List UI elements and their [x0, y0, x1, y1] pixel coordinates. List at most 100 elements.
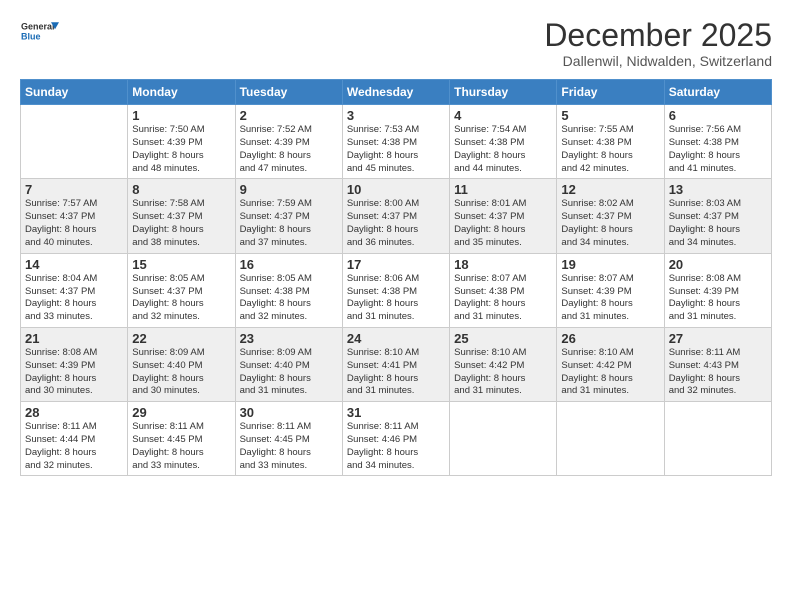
- col-header-tuesday: Tuesday: [235, 80, 342, 105]
- calendar-table: SundayMondayTuesdayWednesdayThursdayFrid…: [20, 79, 772, 476]
- calendar-cell: 6Sunrise: 7:56 AM Sunset: 4:38 PM Daylig…: [664, 105, 771, 179]
- day-info: Sunrise: 8:10 AM Sunset: 4:41 PM Dayligh…: [347, 347, 445, 398]
- day-number: 29: [132, 405, 230, 420]
- day-info: Sunrise: 8:04 AM Sunset: 4:37 PM Dayligh…: [25, 273, 123, 324]
- day-number: 2: [240, 108, 338, 123]
- day-number: 28: [25, 405, 123, 420]
- calendar-cell: 3Sunrise: 7:53 AM Sunset: 4:38 PM Daylig…: [342, 105, 449, 179]
- day-info: Sunrise: 8:09 AM Sunset: 4:40 PM Dayligh…: [132, 347, 230, 398]
- calendar-week-4: 21Sunrise: 8:08 AM Sunset: 4:39 PM Dayli…: [21, 327, 772, 401]
- calendar-week-3: 14Sunrise: 8:04 AM Sunset: 4:37 PM Dayli…: [21, 253, 772, 327]
- day-info: Sunrise: 8:07 AM Sunset: 4:38 PM Dayligh…: [454, 273, 552, 324]
- calendar-cell: 13Sunrise: 8:03 AM Sunset: 4:37 PM Dayli…: [664, 179, 771, 253]
- calendar-cell: 30Sunrise: 8:11 AM Sunset: 4:45 PM Dayli…: [235, 402, 342, 476]
- day-number: 10: [347, 182, 445, 197]
- day-number: 1: [132, 108, 230, 123]
- calendar-cell: 25Sunrise: 8:10 AM Sunset: 4:42 PM Dayli…: [450, 327, 557, 401]
- calendar-cell: 4Sunrise: 7:54 AM Sunset: 4:38 PM Daylig…: [450, 105, 557, 179]
- day-info: Sunrise: 8:11 AM Sunset: 4:46 PM Dayligh…: [347, 421, 445, 472]
- month-title: December 2025: [544, 18, 772, 53]
- day-number: 11: [454, 182, 552, 197]
- day-info: Sunrise: 8:11 AM Sunset: 4:45 PM Dayligh…: [240, 421, 338, 472]
- calendar-week-1: 1Sunrise: 7:50 AM Sunset: 4:39 PM Daylig…: [21, 105, 772, 179]
- day-info: Sunrise: 8:08 AM Sunset: 4:39 PM Dayligh…: [25, 347, 123, 398]
- calendar-cell: 27Sunrise: 8:11 AM Sunset: 4:43 PM Dayli…: [664, 327, 771, 401]
- day-info: Sunrise: 7:54 AM Sunset: 4:38 PM Dayligh…: [454, 124, 552, 175]
- day-number: 13: [669, 182, 767, 197]
- day-info: Sunrise: 8:05 AM Sunset: 4:38 PM Dayligh…: [240, 273, 338, 324]
- day-number: 26: [561, 331, 659, 346]
- day-number: 8: [132, 182, 230, 197]
- day-number: 31: [347, 405, 445, 420]
- day-info: Sunrise: 8:02 AM Sunset: 4:37 PM Dayligh…: [561, 198, 659, 249]
- calendar-cell: 1Sunrise: 7:50 AM Sunset: 4:39 PM Daylig…: [128, 105, 235, 179]
- calendar-cell: 2Sunrise: 7:52 AM Sunset: 4:39 PM Daylig…: [235, 105, 342, 179]
- day-info: Sunrise: 7:53 AM Sunset: 4:38 PM Dayligh…: [347, 124, 445, 175]
- calendar-cell: 7Sunrise: 7:57 AM Sunset: 4:37 PM Daylig…: [21, 179, 128, 253]
- day-info: Sunrise: 8:01 AM Sunset: 4:37 PM Dayligh…: [454, 198, 552, 249]
- col-header-friday: Friday: [557, 80, 664, 105]
- day-number: 21: [25, 331, 123, 346]
- col-header-saturday: Saturday: [664, 80, 771, 105]
- calendar-cell: 22Sunrise: 8:09 AM Sunset: 4:40 PM Dayli…: [128, 327, 235, 401]
- day-info: Sunrise: 7:58 AM Sunset: 4:37 PM Dayligh…: [132, 198, 230, 249]
- calendar-cell: [21, 105, 128, 179]
- calendar-week-5: 28Sunrise: 8:11 AM Sunset: 4:44 PM Dayli…: [21, 402, 772, 476]
- day-number: 23: [240, 331, 338, 346]
- day-number: 12: [561, 182, 659, 197]
- day-info: Sunrise: 7:50 AM Sunset: 4:39 PM Dayligh…: [132, 124, 230, 175]
- day-number: 3: [347, 108, 445, 123]
- calendar-cell: 24Sunrise: 8:10 AM Sunset: 4:41 PM Dayli…: [342, 327, 449, 401]
- calendar-cell: 19Sunrise: 8:07 AM Sunset: 4:39 PM Dayli…: [557, 253, 664, 327]
- day-info: Sunrise: 8:00 AM Sunset: 4:37 PM Dayligh…: [347, 198, 445, 249]
- col-header-wednesday: Wednesday: [342, 80, 449, 105]
- page: General Blue December 2025 Dallenwil, Ni…: [0, 0, 792, 612]
- svg-text:General: General: [21, 21, 55, 31]
- calendar-cell: 31Sunrise: 8:11 AM Sunset: 4:46 PM Dayli…: [342, 402, 449, 476]
- calendar-cell: 12Sunrise: 8:02 AM Sunset: 4:37 PM Dayli…: [557, 179, 664, 253]
- col-header-thursday: Thursday: [450, 80, 557, 105]
- calendar-cell: 10Sunrise: 8:00 AM Sunset: 4:37 PM Dayli…: [342, 179, 449, 253]
- svg-text:Blue: Blue: [21, 31, 41, 41]
- day-info: Sunrise: 8:11 AM Sunset: 4:45 PM Dayligh…: [132, 421, 230, 472]
- day-info: Sunrise: 8:07 AM Sunset: 4:39 PM Dayligh…: [561, 273, 659, 324]
- day-number: 6: [669, 108, 767, 123]
- day-info: Sunrise: 7:57 AM Sunset: 4:37 PM Dayligh…: [25, 198, 123, 249]
- day-number: 18: [454, 257, 552, 272]
- day-info: Sunrise: 7:56 AM Sunset: 4:38 PM Dayligh…: [669, 124, 767, 175]
- calendar-cell: 21Sunrise: 8:08 AM Sunset: 4:39 PM Dayli…: [21, 327, 128, 401]
- calendar-cell: [557, 402, 664, 476]
- day-info: Sunrise: 8:08 AM Sunset: 4:39 PM Dayligh…: [669, 273, 767, 324]
- day-number: 30: [240, 405, 338, 420]
- day-info: Sunrise: 8:09 AM Sunset: 4:40 PM Dayligh…: [240, 347, 338, 398]
- calendar-cell: 8Sunrise: 7:58 AM Sunset: 4:37 PM Daylig…: [128, 179, 235, 253]
- day-info: Sunrise: 8:10 AM Sunset: 4:42 PM Dayligh…: [454, 347, 552, 398]
- calendar-header-row: SundayMondayTuesdayWednesdayThursdayFrid…: [21, 80, 772, 105]
- day-number: 15: [132, 257, 230, 272]
- calendar-cell: 14Sunrise: 8:04 AM Sunset: 4:37 PM Dayli…: [21, 253, 128, 327]
- calendar-cell: 11Sunrise: 8:01 AM Sunset: 4:37 PM Dayli…: [450, 179, 557, 253]
- col-header-monday: Monday: [128, 80, 235, 105]
- day-number: 25: [454, 331, 552, 346]
- day-info: Sunrise: 7:59 AM Sunset: 4:37 PM Dayligh…: [240, 198, 338, 249]
- calendar-cell: 28Sunrise: 8:11 AM Sunset: 4:44 PM Dayli…: [21, 402, 128, 476]
- day-number: 20: [669, 257, 767, 272]
- day-number: 14: [25, 257, 123, 272]
- day-number: 7: [25, 182, 123, 197]
- col-header-sunday: Sunday: [21, 80, 128, 105]
- calendar-cell: 18Sunrise: 8:07 AM Sunset: 4:38 PM Dayli…: [450, 253, 557, 327]
- day-info: Sunrise: 8:05 AM Sunset: 4:37 PM Dayligh…: [132, 273, 230, 324]
- day-info: Sunrise: 7:52 AM Sunset: 4:39 PM Dayligh…: [240, 124, 338, 175]
- calendar-cell: 26Sunrise: 8:10 AM Sunset: 4:42 PM Dayli…: [557, 327, 664, 401]
- calendar-cell: 16Sunrise: 8:05 AM Sunset: 4:38 PM Dayli…: [235, 253, 342, 327]
- day-info: Sunrise: 8:10 AM Sunset: 4:42 PM Dayligh…: [561, 347, 659, 398]
- day-number: 5: [561, 108, 659, 123]
- day-info: Sunrise: 8:03 AM Sunset: 4:37 PM Dayligh…: [669, 198, 767, 249]
- calendar-cell: 9Sunrise: 7:59 AM Sunset: 4:37 PM Daylig…: [235, 179, 342, 253]
- day-number: 9: [240, 182, 338, 197]
- day-number: 16: [240, 257, 338, 272]
- calendar-cell: 23Sunrise: 8:09 AM Sunset: 4:40 PM Dayli…: [235, 327, 342, 401]
- header: General Blue December 2025 Dallenwil, Ni…: [20, 18, 772, 69]
- day-info: Sunrise: 8:11 AM Sunset: 4:44 PM Dayligh…: [25, 421, 123, 472]
- title-block: December 2025 Dallenwil, Nidwalden, Swit…: [544, 18, 772, 69]
